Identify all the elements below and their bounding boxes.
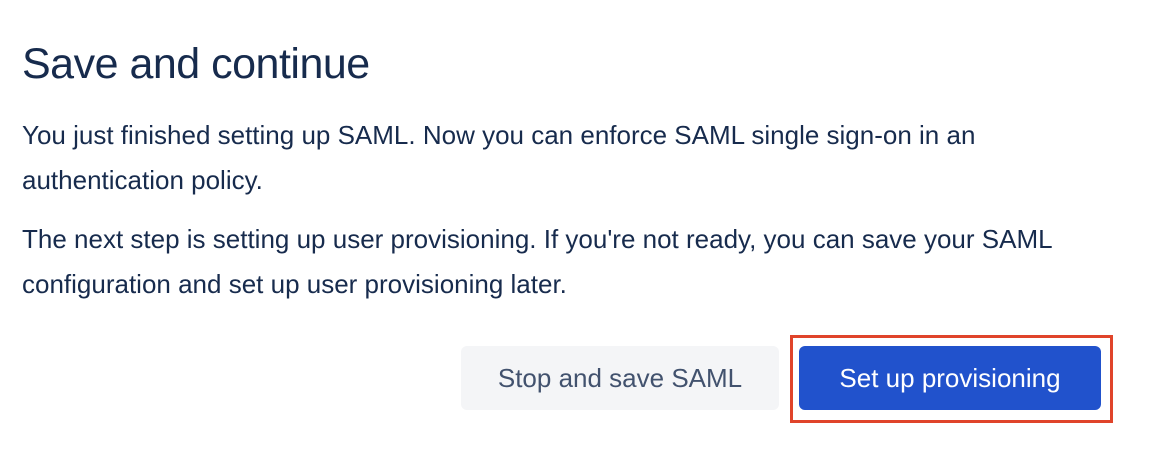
saml-finished-message: You just finished setting up SAML. Now y… (22, 120, 976, 195)
save-and-continue-dialog: Save and continue You just finished sett… (0, 0, 1150, 464)
stop-and-save-saml-button[interactable]: Stop and save SAML (461, 346, 779, 410)
dialog-title: Save and continue (22, 40, 370, 88)
next-step-message: The next step is setting up user provisi… (22, 224, 1052, 299)
set-up-provisioning-button[interactable]: Set up provisioning (799, 346, 1101, 410)
